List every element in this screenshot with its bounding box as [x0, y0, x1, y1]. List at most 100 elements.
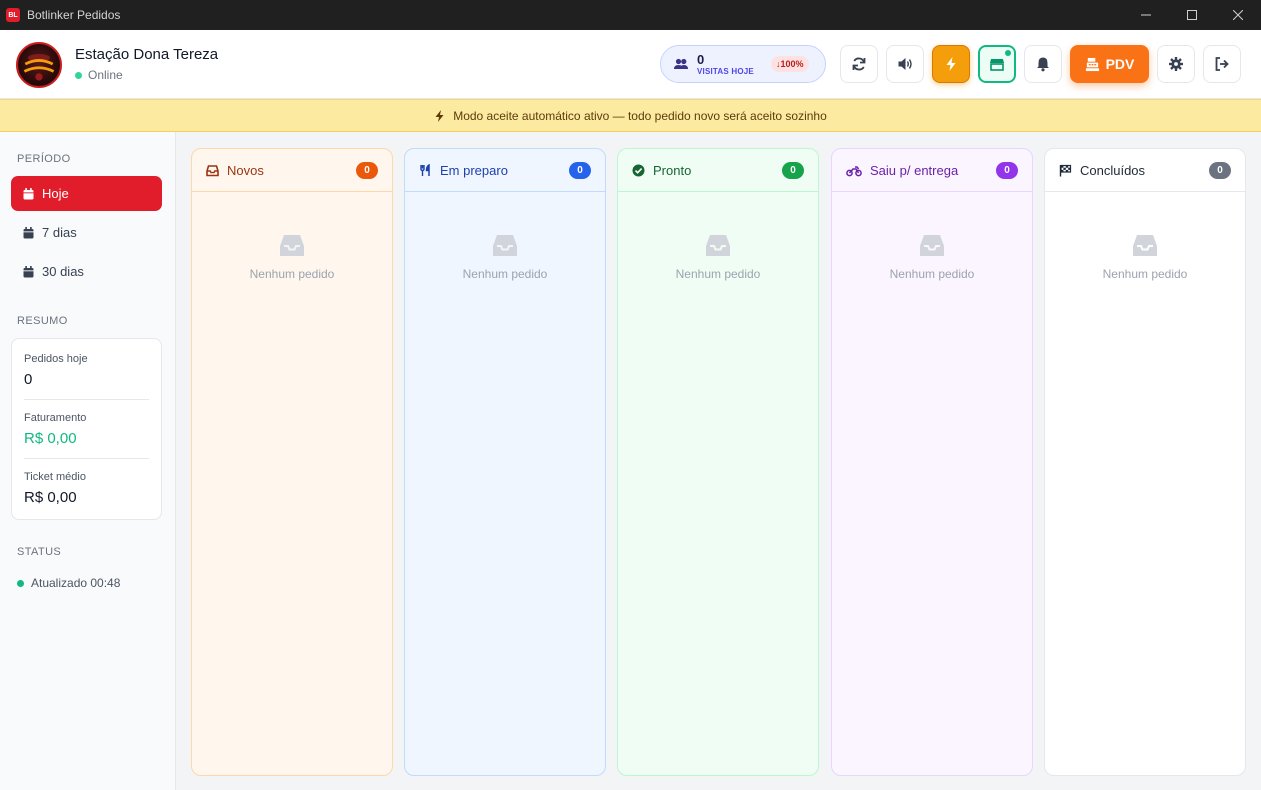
- status-dot: [17, 579, 24, 587]
- inbox-icon: [706, 235, 730, 256]
- period-today[interactable]: Hoje: [11, 176, 162, 211]
- notifications-button[interactable]: [1024, 45, 1062, 83]
- period-label: Hoje: [42, 186, 69, 201]
- calendar-icon: [23, 265, 34, 277]
- visits-count: 0: [697, 51, 705, 67]
- inbox-icon: [493, 235, 517, 256]
- maximize-button[interactable]: [1169, 0, 1215, 30]
- column-count-badge: 0: [782, 161, 804, 179]
- window-controls: [1123, 0, 1261, 30]
- bolt-icon: [946, 57, 956, 71]
- period-section-title: PERÍODO: [17, 153, 71, 165]
- volume-icon: [898, 58, 912, 70]
- close-icon: [1233, 10, 1243, 20]
- window-titlebar: BL Botlinker Pedidos: [0, 0, 1261, 30]
- column-count-badge: 0: [1209, 161, 1231, 179]
- motorcycle-icon: [846, 165, 862, 176]
- visits-label: VISITAS HOJE: [697, 66, 754, 76]
- period-label: 30 dias: [42, 264, 84, 279]
- column-title: Saiu p/ entrega: [870, 162, 959, 178]
- close-window-button[interactable]: [1215, 0, 1261, 30]
- empty-state: Nenhum pedido: [832, 232, 1032, 281]
- visits-pill[interactable]: 0 VISITAS HOJE ↓100%: [660, 45, 826, 83]
- summary-section-title: RESUMO: [17, 315, 68, 327]
- empty-state: Nenhum pedido: [405, 232, 605, 281]
- summary-value: 0: [24, 371, 33, 388]
- empty-text: Nenhum pedido: [675, 267, 761, 281]
- bolt-icon: [435, 109, 444, 122]
- empty-text: Nenhum pedido: [249, 267, 335, 281]
- pdv-button[interactable]: PDV: [1070, 45, 1149, 83]
- sidebar: PERÍODO Hoje 7 dias 30 dias RESUMO Pedid…: [0, 132, 176, 790]
- store-icon: [990, 59, 1004, 71]
- window-title: Botlinker Pedidos: [27, 8, 121, 22]
- store-logo: [16, 42, 62, 88]
- empty-text: Nenhum pedido: [462, 267, 548, 281]
- banner-text: Modo aceite automático ativo — todo pedi…: [453, 108, 827, 123]
- cash-register-icon: [1085, 57, 1099, 71]
- column-concluidos: Concluídos 0 Nenhum pedido: [1044, 148, 1246, 776]
- store-status-text: Online: [88, 68, 123, 82]
- auto-accept-banner: Modo aceite automático ativo — todo pedi…: [0, 99, 1261, 132]
- period-30-days[interactable]: 30 dias: [11, 254, 162, 289]
- calendar-icon: [23, 187, 34, 199]
- column-pronto: Pronto 0 Nenhum pedido: [617, 148, 819, 776]
- summary-label: Ticket médio: [24, 471, 86, 483]
- column-count-badge: 0: [569, 161, 591, 179]
- summary-average-ticket: Ticket médio R$ 0,00: [24, 471, 149, 506]
- logout-icon: [1215, 57, 1229, 71]
- online-dot: [75, 71, 82, 79]
- period-label: 7 dias: [42, 225, 77, 240]
- refresh-icon: [852, 57, 866, 71]
- store-status: Online: [75, 68, 123, 82]
- status-text: Atualizado 00:48: [31, 576, 121, 590]
- column-header: Em preparo 0: [405, 149, 605, 192]
- pdv-label: PDV: [1105, 56, 1135, 72]
- bell-icon: [1037, 57, 1049, 72]
- app-icon: BL: [6, 8, 20, 22]
- refresh-button[interactable]: [840, 45, 878, 83]
- utensils-icon: [420, 163, 430, 176]
- period-7-days[interactable]: 7 dias: [11, 215, 162, 250]
- summary-label: Pedidos hoje: [24, 353, 88, 365]
- calendar-icon: [23, 226, 34, 238]
- check-circle-icon: [632, 164, 645, 176]
- users-icon: [674, 58, 688, 69]
- empty-state: Nenhum pedido: [1045, 232, 1245, 281]
- summary-orders-today: Pedidos hoje 0: [24, 353, 149, 388]
- settings-button[interactable]: [1157, 45, 1195, 83]
- summary-card: Pedidos hoje 0 Faturamento R$ 0,00 Ticke…: [11, 338, 162, 520]
- sound-button[interactable]: [886, 45, 924, 83]
- empty-text: Nenhum pedido: [889, 267, 975, 281]
- status-line: Atualizado 00:48: [17, 576, 120, 590]
- column-title: Concluídos: [1080, 162, 1146, 178]
- inbox-icon: [280, 235, 304, 256]
- column-em-preparo: Em preparo 0 Nenhum pedido: [404, 148, 606, 776]
- minimize-button[interactable]: [1123, 0, 1169, 30]
- store-open-button[interactable]: [978, 45, 1016, 83]
- column-count-badge: 0: [996, 161, 1018, 179]
- summary-value: R$ 0,00: [24, 430, 77, 447]
- empty-state: Nenhum pedido: [192, 232, 392, 281]
- column-title: Pronto: [653, 162, 692, 178]
- column-novos: Novos 0 Nenhum pedido: [191, 148, 393, 776]
- logout-button[interactable]: [1203, 45, 1241, 83]
- empty-text: Nenhum pedido: [1102, 267, 1188, 281]
- auto-accept-button[interactable]: [932, 45, 970, 83]
- store-name: Estação Dona Tereza: [75, 46, 219, 63]
- column-title: Novos: [227, 162, 264, 178]
- summary-revenue: Faturamento R$ 0,00: [24, 412, 149, 447]
- app-header: Estação Dona Tereza Online 0 VISITAS HOJ…: [0, 30, 1261, 99]
- gear-icon: [1169, 57, 1183, 71]
- summary-divider: [24, 399, 149, 400]
- flag-checkered-icon: [1059, 164, 1072, 176]
- column-header: Novos 0: [192, 149, 392, 192]
- inbox-icon: [920, 235, 944, 256]
- empty-state: Nenhum pedido: [618, 232, 818, 281]
- summary-value: R$ 0,00: [24, 489, 77, 506]
- status-section-title: STATUS: [17, 546, 62, 558]
- maximize-icon: [1187, 10, 1197, 20]
- column-saiu-entrega: Saiu p/ entrega 0 Nenhum pedido: [831, 148, 1033, 776]
- summary-divider: [24, 458, 149, 459]
- visits-trend-badge: ↓100%: [771, 56, 809, 72]
